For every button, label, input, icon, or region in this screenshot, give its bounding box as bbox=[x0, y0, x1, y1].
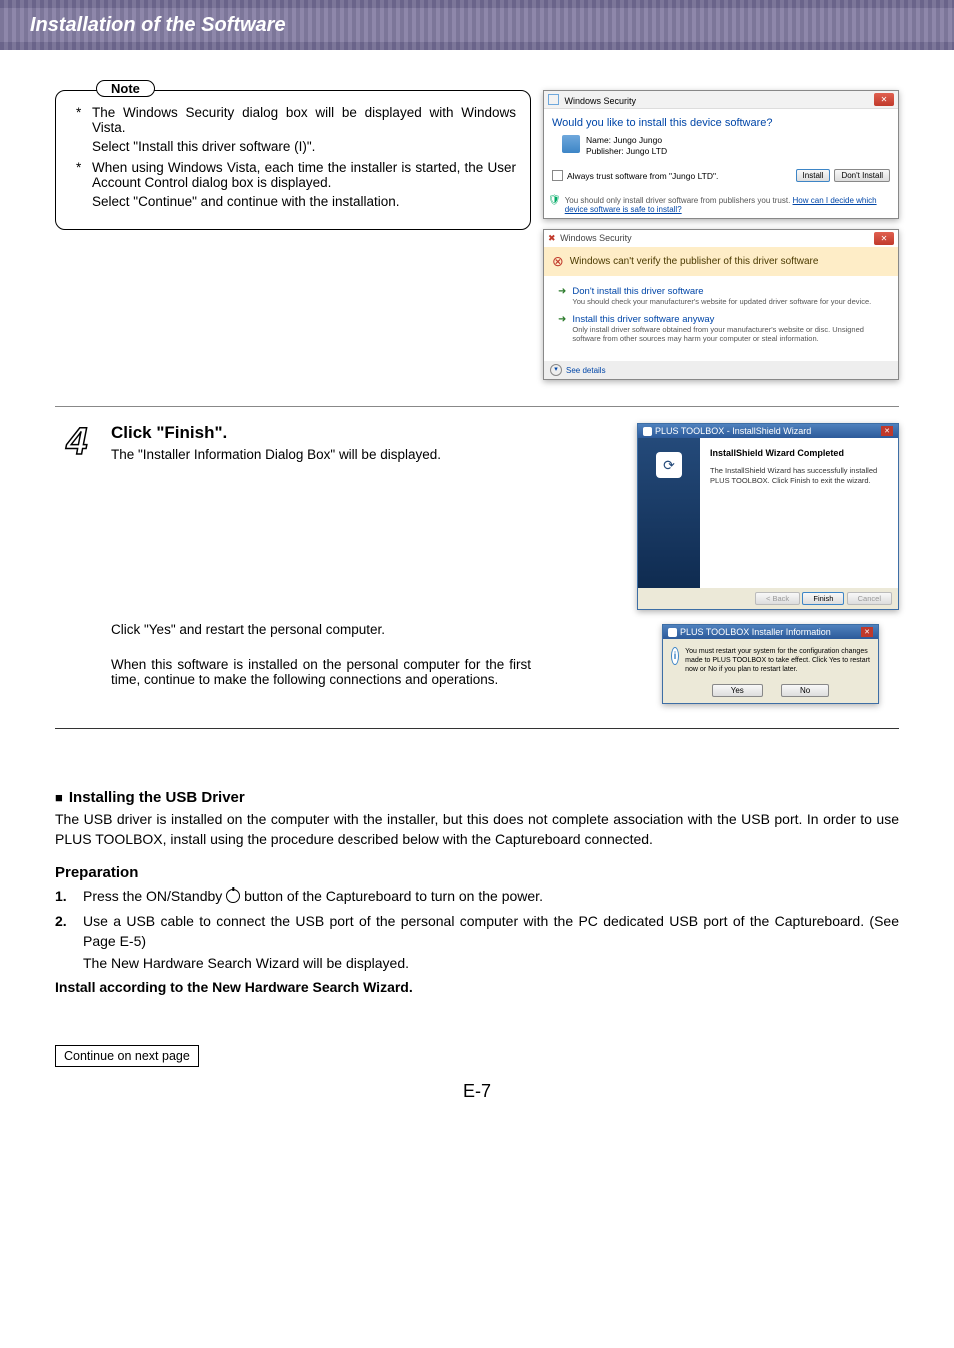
shield-icon: 🛡 bbox=[548, 196, 561, 206]
device-icon bbox=[562, 135, 580, 153]
arrow-icon: ➜ bbox=[558, 286, 566, 306]
step-number: 4 bbox=[55, 423, 99, 461]
option-subtext: Only install driver software obtained fr… bbox=[572, 325, 884, 343]
power-icon bbox=[226, 889, 240, 903]
dialog-title: ✖ Windows Security bbox=[548, 233, 632, 244]
dialog-title: PLUS TOOLBOX - InstallShield Wizard bbox=[655, 426, 811, 436]
shield-red-icon: ✖ bbox=[548, 233, 556, 243]
app-icon bbox=[668, 628, 677, 637]
window-icon bbox=[548, 94, 559, 105]
emphasis-text: Install according to the New Hardware Se… bbox=[55, 979, 899, 995]
see-details-toggle[interactable]: ▾ See details bbox=[544, 361, 898, 379]
note-subtext: Select "Install this driver software (I)… bbox=[92, 139, 516, 154]
info-icon: i bbox=[671, 647, 679, 665]
note-subtext: Select "Continue" and continue with the … bbox=[92, 194, 516, 209]
arrow-icon: ➜ bbox=[558, 314, 566, 343]
close-icon[interactable]: ✕ bbox=[874, 232, 894, 245]
step-heading: Click "Finish". bbox=[111, 423, 531, 443]
installshield-wizard-dialog: PLUS TOOLBOX - InstallShield Wizard ✕ ⟳ … bbox=[637, 423, 899, 610]
wizard-icon: ⟳ bbox=[656, 452, 682, 478]
body-text: The USB driver is installed on the compu… bbox=[55, 810, 899, 849]
list-subtext: The New Hardware Search Wizard will be d… bbox=[83, 955, 899, 971]
bullet-star: * bbox=[76, 160, 86, 190]
finish-button[interactable]: Finish bbox=[802, 592, 844, 605]
cancel-button: Cancel bbox=[847, 592, 892, 605]
checkbox-icon bbox=[552, 170, 563, 181]
wizard-heading: InstallShield Wizard Completed bbox=[710, 448, 888, 458]
list-item: 1. Press the ON/Standby button of the Ca… bbox=[55, 887, 899, 907]
yes-button[interactable]: Yes bbox=[712, 684, 763, 697]
close-icon[interactable]: ✕ bbox=[861, 627, 873, 637]
windows-security-dialog-unverified: ✖ Windows Security ✕ ⊗ Windows can't ver… bbox=[543, 229, 899, 380]
note-box: Note * The Windows Security dialog box w… bbox=[55, 90, 531, 230]
option-install-anyway[interactable]: ➜ Install this driver software anyway On… bbox=[558, 314, 884, 343]
close-icon[interactable]: ✕ bbox=[881, 426, 893, 436]
info-text: You must restart your system for the con… bbox=[685, 647, 870, 674]
bullet-star: * bbox=[76, 105, 86, 135]
step-paragraph: When this software is installed on the p… bbox=[111, 657, 531, 687]
device-name: Name: Jungo Jungo bbox=[586, 135, 667, 146]
continue-on-next-page: Continue on next page bbox=[55, 1045, 199, 1067]
always-trust-checkbox[interactable]: Always trust software from "Jungo LTD". bbox=[552, 170, 718, 181]
windows-security-dialog-install: Windows Security ✕ Would you like to ins… bbox=[543, 90, 899, 219]
square-bullet-icon: ■ bbox=[55, 790, 63, 805]
list-text: button of the Captureboard to turn on th… bbox=[244, 888, 543, 904]
separator bbox=[55, 728, 899, 729]
note-text: When using Windows Vista, each time the … bbox=[92, 160, 516, 190]
subsection-heading: Preparation bbox=[55, 864, 899, 881]
option-subtext: You should check your manufacturer's web… bbox=[572, 297, 871, 306]
close-icon[interactable]: ✕ bbox=[874, 93, 894, 106]
page-title: Installation of the Software bbox=[30, 14, 286, 37]
option-title: Don't install this driver software bbox=[572, 286, 871, 297]
list-number: 2. bbox=[55, 912, 75, 951]
trust-footnote: You should only install driver software … bbox=[565, 196, 791, 205]
chevron-down-icon: ▾ bbox=[550, 364, 562, 376]
device-publisher: Publisher: Jungo LTD bbox=[586, 146, 667, 157]
list-item: 2. Use a USB cable to connect the USB po… bbox=[55, 912, 899, 951]
note-label: Note bbox=[96, 80, 155, 97]
list-text: Use a USB cable to connect the USB port … bbox=[83, 912, 899, 951]
note-text: The Windows Security dialog box will be … bbox=[92, 105, 516, 135]
dialog-title: PLUS TOOLBOX Installer Information bbox=[680, 627, 831, 637]
section-heading: ■ Installing the USB Driver bbox=[55, 789, 899, 806]
page-number: E-7 bbox=[0, 1081, 954, 1102]
banner-text: Windows can't verify the publisher of th… bbox=[570, 256, 819, 267]
dialog-heading: Would you like to install this device so… bbox=[552, 117, 890, 129]
list-text: Press the ON/Standby bbox=[83, 888, 226, 904]
app-icon bbox=[643, 427, 652, 436]
option-dont-install[interactable]: ➜ Don't install this driver software You… bbox=[558, 286, 884, 306]
no-button[interactable]: No bbox=[781, 684, 829, 697]
back-button: < Back bbox=[755, 592, 800, 605]
step-subtext: The "Installer Information Dialog Box" w… bbox=[111, 447, 531, 462]
wizard-text: The InstallShield Wizard has successfull… bbox=[710, 466, 888, 486]
option-title: Install this driver software anyway bbox=[572, 314, 884, 325]
installer-information-dialog: PLUS TOOLBOX Installer Information ✕ i Y… bbox=[662, 624, 879, 704]
install-button[interactable]: Install bbox=[796, 169, 831, 182]
step-paragraph: Click "Yes" and restart the personal com… bbox=[111, 622, 531, 637]
dialog-title: Windows Security bbox=[548, 94, 636, 106]
dont-install-button[interactable]: Don't Install bbox=[834, 169, 890, 182]
shield-warning-icon: ⊗ bbox=[552, 253, 564, 270]
chapter-header: Installation of the Software bbox=[0, 0, 954, 50]
list-number: 1. bbox=[55, 887, 75, 907]
